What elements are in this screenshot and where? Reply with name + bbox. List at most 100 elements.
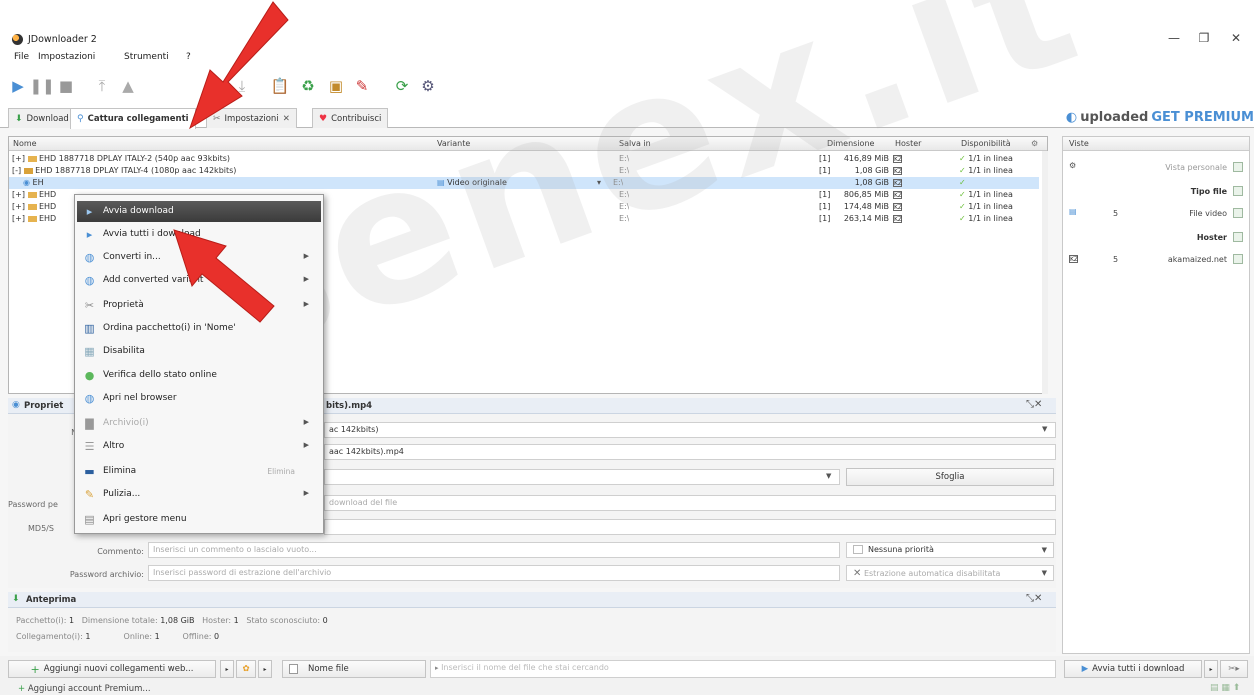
preview-header: ⬇ Anteprima ⤡✕ xyxy=(8,592,1056,608)
view-filetype-checkbox[interactable] xyxy=(1233,186,1243,196)
menu-file[interactable]: File xyxy=(14,52,29,62)
uploaded-premium-banner[interactable]: ◐ uploaded GET PREMIUM xyxy=(1066,106,1254,128)
archive-password-field[interactable]: Inserisci password di estrazione dell'ar… xyxy=(148,565,840,581)
view-akamaized-count: 5 xyxy=(1113,255,1119,264)
reconnect-icon[interactable]: ♻ xyxy=(298,76,318,96)
filename-field[interactable]: aac 142kbits).mp4 xyxy=(324,444,1056,460)
table-scrollbar[interactable] xyxy=(1042,151,1048,394)
comment-field[interactable]: Inserisci un commento o lascialo vuoto..… xyxy=(148,542,840,558)
pin-close-icon[interactable]: ⤡✕ xyxy=(1026,399,1042,410)
expand-icon[interactable]: [+] xyxy=(12,154,25,163)
clear-list-menu-button[interactable]: ▸ xyxy=(258,660,272,678)
view-akamaized-checkbox[interactable] xyxy=(1233,254,1243,264)
view-hoster[interactable]: Hoster xyxy=(1063,227,1249,249)
search-input[interactable]: ▸ Inserisci il nome del file che stai ce… xyxy=(430,660,1056,678)
submenu-arrow-icon: ▶ xyxy=(303,418,309,426)
start-all-menu-button[interactable]: ▸ xyxy=(1204,660,1218,678)
menu-sort-label: Ordina pacchetto(i) in 'Nome' xyxy=(103,323,236,333)
move-up-icon[interactable]: ▲ xyxy=(118,76,138,96)
expand-icon[interactable]: [+] xyxy=(12,214,25,223)
menu-properties[interactable]: ✂ Proprietà ▶ xyxy=(77,295,321,316)
row-size: 263,14 MiB xyxy=(843,214,889,223)
start-icon[interactable]: ▶ xyxy=(8,76,28,96)
total-size-label: Dimensione totale: xyxy=(81,616,158,625)
menu-cleanup[interactable]: ✎ Pulizia... ▶ xyxy=(77,484,321,505)
view-hoster-checkbox[interactable] xyxy=(1233,232,1243,242)
menu-sort-packages[interactable]: ▥ Ordina pacchetto(i) in 'Nome' xyxy=(77,318,321,339)
pause-icon[interactable]: ❚❚ xyxy=(29,76,54,96)
menu-start-all-downloads[interactable]: ▸ Avvia tutti i download xyxy=(77,224,321,245)
tab-settings[interactable]: ✂ Impostazioni ✕ xyxy=(206,108,297,128)
move-bottom-icon[interactable]: ⤓ xyxy=(232,76,252,96)
view-custom[interactable]: ⚙ Vista personale xyxy=(1063,157,1249,179)
update-icon[interactable]: ⟳ xyxy=(392,76,412,96)
package-name-dropdown-icon[interactable]: ▼ xyxy=(1042,425,1047,433)
row-count: [1] xyxy=(819,202,831,211)
online-check-icon: ✓ xyxy=(959,166,966,175)
view-custom-checkbox[interactable] xyxy=(1233,162,1243,172)
menu-strumenti[interactable]: Strumenti xyxy=(124,52,169,62)
wrench-icon: ✂ xyxy=(213,113,221,124)
menu-impostazioni[interactable]: Impostazioni xyxy=(38,52,95,62)
search-placeholder: Inserisci il nome del file che stai cerc… xyxy=(441,663,609,672)
move-top-icon[interactable]: ⤒ xyxy=(92,76,112,96)
package-name-field[interactable]: ac 142kbits) xyxy=(324,422,1056,438)
view-video-checkbox[interactable] xyxy=(1233,208,1243,218)
preview-pin-close-icon[interactable]: ⤡✕ xyxy=(1026,593,1042,604)
settings-gear-icon[interactable]: ⚙ xyxy=(418,76,438,96)
download-password-field[interactable]: download del file xyxy=(324,495,1056,511)
online-value: 1 xyxy=(154,632,160,641)
save-path-field[interactable] xyxy=(324,469,840,485)
add-links-menu-button[interactable]: ▸ xyxy=(220,660,234,678)
row-availability: 1/1 in linea xyxy=(968,166,1013,175)
check-online-icon: ● xyxy=(84,369,95,382)
add-premium-link[interactable]: + Aggiungi account Premium... xyxy=(18,684,151,694)
menu-delete[interactable]: ▬ Elimina Elimina xyxy=(77,461,321,482)
expand-icon[interactable]: [+] xyxy=(12,190,25,199)
unknown-status-value: 0 xyxy=(322,616,328,625)
stop-icon[interactable]: ■ xyxy=(56,76,76,96)
browse-button[interactable]: Sfoglia xyxy=(846,468,1054,486)
tab-download[interactable]: ⬇ Download xyxy=(8,108,76,128)
search-type-select[interactable]: Nome file xyxy=(282,660,426,678)
minimize-icon[interactable]: — xyxy=(1162,30,1186,46)
premium-icon[interactable]: ▣ xyxy=(326,76,346,96)
clipboard-icon[interactable]: 📋 xyxy=(270,76,290,96)
collapse-icon[interactable]: [-] xyxy=(12,166,21,175)
auto-extract-dropdown-icon: ▼ xyxy=(1041,569,1047,577)
clear-list-button[interactable]: ✿ xyxy=(236,660,256,678)
cleanup-icon[interactable]: ✎ xyxy=(352,76,372,96)
menu-disable[interactable]: ▦ Disabilita xyxy=(77,341,321,362)
menu-open-browser[interactable]: ◍ Apri nel browser xyxy=(77,388,321,409)
menu-check-online[interactable]: ● Verifica dello stato online xyxy=(77,365,321,386)
close-icon[interactable]: ✕ xyxy=(1224,30,1248,46)
add-links-button[interactable]: + Aggiungi nuovi collegamenti web... xyxy=(8,660,216,678)
menu-help[interactable]: ? xyxy=(186,52,191,62)
links-label: Collegamento(i): xyxy=(16,632,83,641)
preview-title: Anteprima xyxy=(26,595,77,605)
menu-archives-label: Archivio(i) xyxy=(103,418,149,428)
auto-extract-select[interactable]: ✕ Estrazione automatica disabilitata ▼ xyxy=(846,565,1054,581)
menu-other[interactable]: ☰ Altro ▶ xyxy=(77,436,321,457)
tab-link-grabber[interactable]: ⚲ Cattura collegamenti xyxy=(70,108,196,129)
menu-start-download[interactable]: ▸ Avvia download xyxy=(77,201,321,222)
save-path-dropdown-icon[interactable]: ▼ xyxy=(826,472,831,480)
start-all-downloads-button[interactable]: ▶ Avvia tutti i download xyxy=(1064,660,1202,678)
maximize-icon[interactable]: ❐ xyxy=(1192,30,1216,46)
view-video-files[interactable]: ▤ 5 File video xyxy=(1063,203,1249,225)
autoconfirm-button[interactable]: ✂▸ xyxy=(1220,660,1248,678)
expand-icon[interactable]: [+] xyxy=(12,202,25,211)
menu-open-menu-manager[interactable]: ▤ Apri gestore menu xyxy=(77,509,321,530)
view-filetype[interactable]: Tipo file xyxy=(1063,181,1249,203)
view-akamaized[interactable]: KZ 5 akamaized.net xyxy=(1063,249,1249,271)
priority-select[interactable]: Nessuna priorità ▼ xyxy=(846,542,1054,558)
menu-archives[interactable]: ▇ Archivio(i) ▶ xyxy=(77,413,321,434)
package-icon xyxy=(27,155,37,162)
tab-close-icon[interactable]: ✕ xyxy=(283,114,290,124)
col-name[interactable]: Nome xyxy=(13,139,37,148)
menu-convert[interactable]: ◍ Converti in... ▶ xyxy=(77,247,321,268)
column-settings-icon[interactable]: ⚙ xyxy=(1031,139,1038,148)
menu-add-converted-variant[interactable]: ◍ Add converted variant ▶ xyxy=(77,270,321,291)
md5-field[interactable] xyxy=(324,519,1056,535)
comment-label: Commento: xyxy=(97,547,144,556)
